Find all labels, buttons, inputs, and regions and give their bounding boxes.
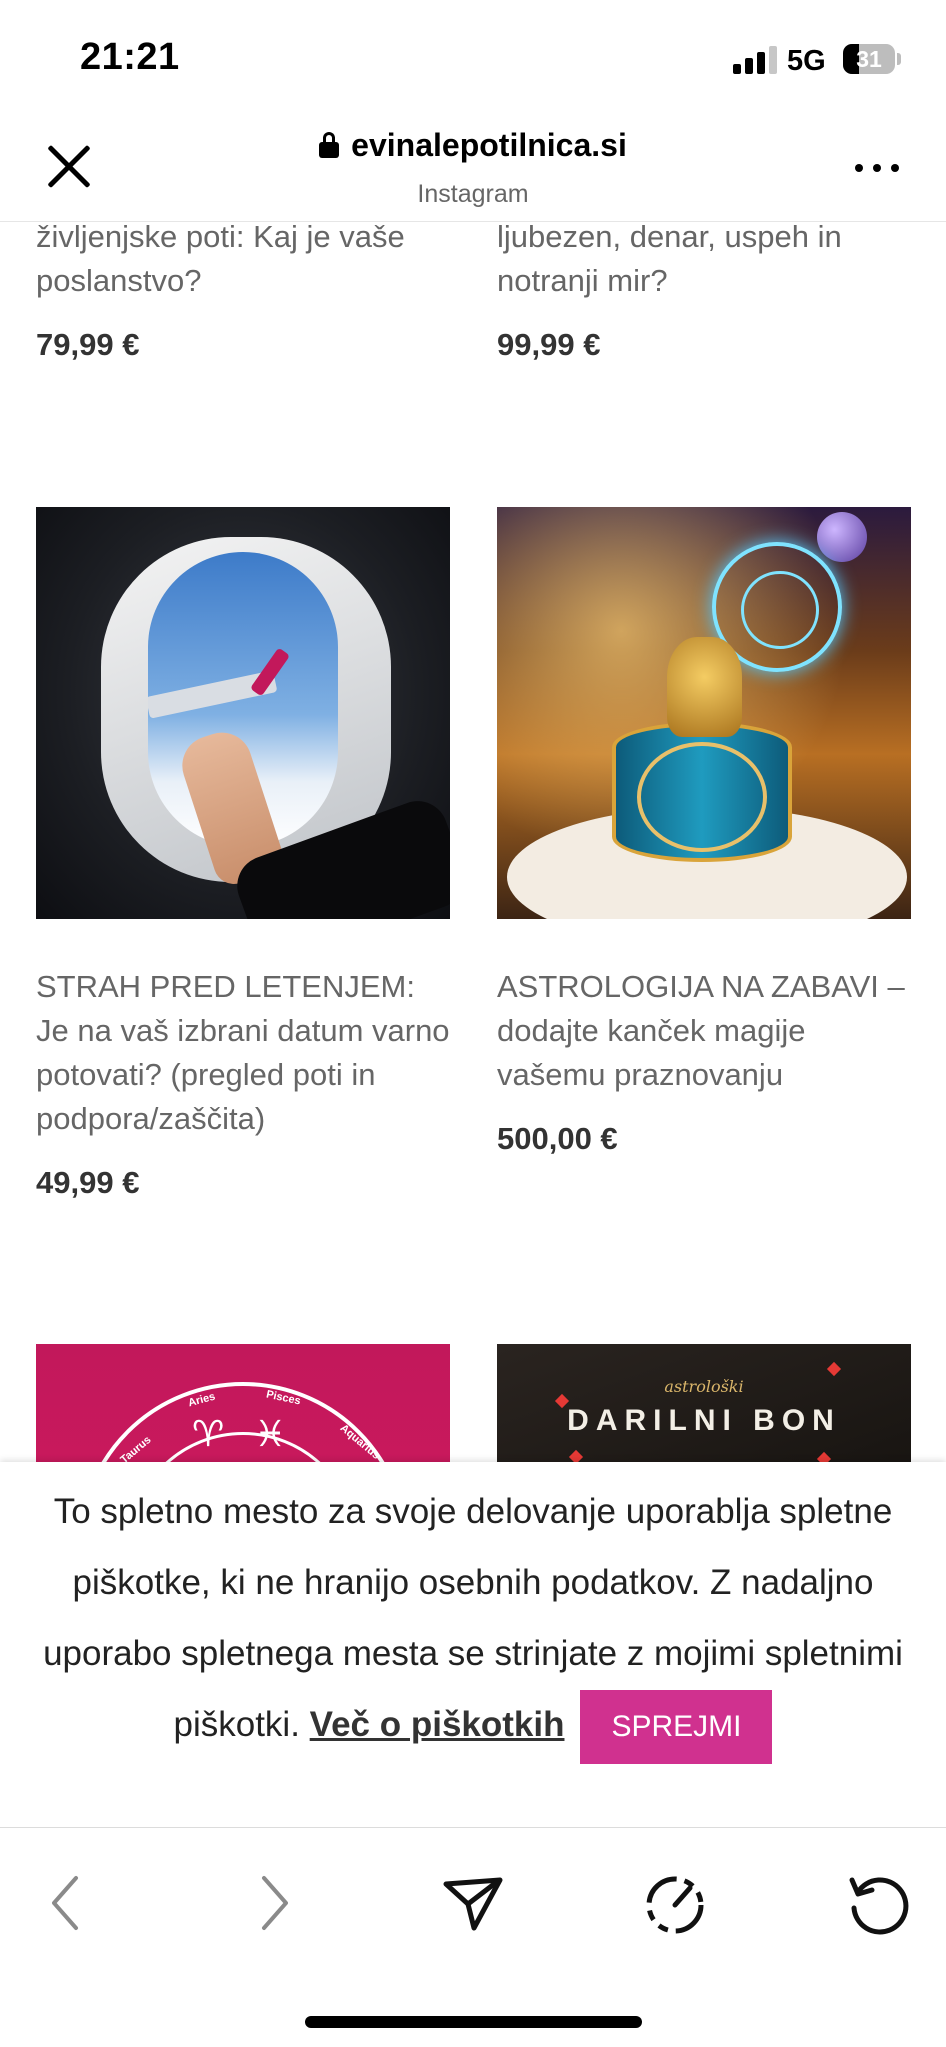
speed-icon[interactable] xyxy=(640,1868,710,1938)
browser-toolbar xyxy=(0,1828,946,2047)
back-icon[interactable] xyxy=(32,1868,102,1938)
more-icon[interactable] xyxy=(855,162,899,174)
product-title[interactable]: ASTROLOGIJA NA ZABAVI – dodajte kanček m… xyxy=(497,965,911,1097)
voucher-title: DARILNI BON xyxy=(567,1404,841,1437)
browser-subtitle: Instagram xyxy=(417,180,529,208)
battery-tip xyxy=(897,53,901,65)
home-indicator[interactable] xyxy=(305,2016,642,2028)
product-image-party[interactable] xyxy=(497,507,911,919)
pisces-icon: ♓ xyxy=(254,1414,287,1455)
product-card[interactable]: ljubezen, denar, uspeh in notranji mir? … xyxy=(497,222,911,363)
forward-icon[interactable] xyxy=(238,1868,308,1938)
product-card[interactable]: ASTROLOGIJA NA ZABAVI – dodajte kanček m… xyxy=(497,507,911,1157)
aries-icon: ♈ xyxy=(192,1414,225,1455)
planet-shape xyxy=(817,512,867,562)
accept-cookies-button[interactable]: SPREJMI xyxy=(580,1689,773,1764)
cookie-message: To spletno mesto za svoje delovanje upor… xyxy=(20,1476,926,1764)
product-title[interactable]: ljubezen, denar, uspeh in notranji mir? xyxy=(497,222,911,303)
product-card[interactable]: STRAH PRED LETENJEM: Je na vaš izbrani d… xyxy=(36,507,450,1201)
product-image-airplane-window[interactable] xyxy=(36,507,450,919)
page-domain: evinalepotilnica.si xyxy=(351,127,627,163)
reload-icon[interactable] xyxy=(842,1868,912,1938)
sparkle-shape xyxy=(568,1449,584,1462)
lock-icon xyxy=(319,132,340,158)
product-title[interactable]: življenjske poti: Kaj je vaše poslanstvo… xyxy=(36,222,450,303)
signal-icon xyxy=(733,46,777,74)
product-grid: življenjske poti: Kaj je vaše poslanstvo… xyxy=(0,222,946,1462)
url-bar[interactable]: evinalepotilnica.si xyxy=(0,127,946,164)
cookie-info-link[interactable]: Več o piškotkih xyxy=(310,1705,565,1744)
browser-header: evinalepotilnica.si Instagram xyxy=(0,115,946,222)
status-bar: 21:21 5G 31 xyxy=(0,0,946,115)
sparkle-shape xyxy=(826,1361,842,1377)
product-card[interactable]: astrološki DARILNI BON xyxy=(497,1344,911,1462)
network-label: 5G xyxy=(787,45,826,77)
voucher-subtitle: astrološki xyxy=(664,1377,744,1396)
product-price: 79,99 € xyxy=(36,327,140,362)
product-title[interactable]: STRAH PRED LETENJEM: Je na vaš izbrani d… xyxy=(36,965,450,1141)
product-image-zodiac-love[interactable]: Taurus Aries Pisces Aquarius ♉ ♈ ♓ ♒ xyxy=(36,1344,450,1462)
sparkle-shape xyxy=(816,1451,832,1462)
product-card[interactable]: življenjske poti: Kaj je vaše poslanstvo… xyxy=(36,222,450,363)
product-card[interactable]: Taurus Aries Pisces Aquarius ♉ ♈ ♓ ♒ xyxy=(36,1344,450,1462)
battery-icon: 31 xyxy=(843,44,895,74)
cookie-banner: To spletno mesto za svoje delovanje upor… xyxy=(0,1462,946,1828)
product-image-gift-voucher[interactable]: astrološki DARILNI BON xyxy=(497,1344,911,1462)
status-time: 21:21 xyxy=(80,36,180,78)
product-price: 49,99 € xyxy=(36,1165,140,1200)
share-icon[interactable] xyxy=(438,1868,508,1938)
battery-level: 31 xyxy=(856,46,882,72)
product-price: 99,99 € xyxy=(497,327,601,362)
product-price: 500,00 € xyxy=(497,1121,618,1156)
